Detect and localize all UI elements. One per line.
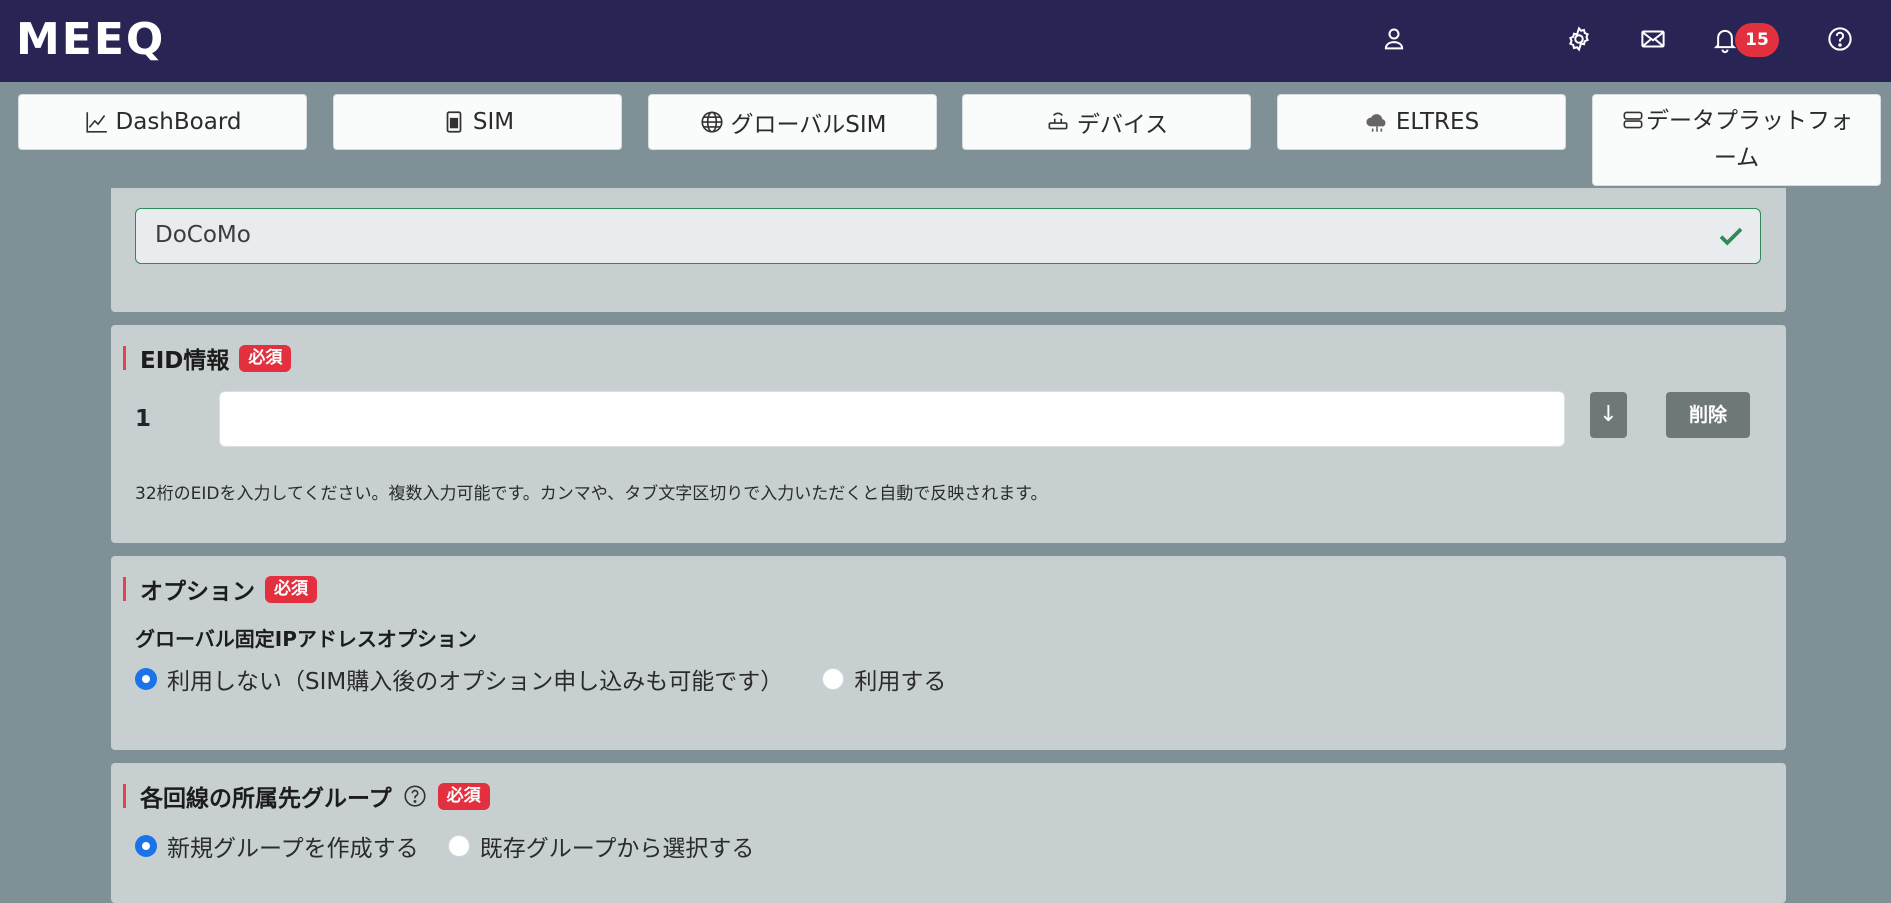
- check-icon: [1719, 227, 1743, 246]
- carrier-card: DoCoMo: [111, 188, 1786, 312]
- gear-icon[interactable]: [1564, 24, 1594, 54]
- server-icon: [1623, 111, 1643, 129]
- radio-not-use[interactable]: [135, 668, 157, 690]
- nav-sim-button[interactable]: SIM: [333, 94, 622, 150]
- radio-use-label: 利用する: [854, 669, 947, 695]
- sim-card-icon: [446, 111, 462, 133]
- top-header: MEEQ 15: [0, 0, 1891, 82]
- required-badge: 必須: [265, 575, 317, 603]
- option-card: オプション 必須 グローバル固定IPアドレスオプション 利用しない（SIM購入後…: [111, 556, 1786, 750]
- radio-existing-group[interactable]: [447, 835, 470, 857]
- radio-existing-group-label: 既存グループから選択する: [479, 836, 755, 862]
- eid-help-text: 32桁のEIDを入力してください。複数入力可能です。カンマや、タブ文字区切りで入…: [135, 484, 1048, 504]
- nav-device-button[interactable]: デバイス: [962, 94, 1251, 150]
- carrier-field[interactable]: DoCoMo: [135, 208, 1761, 264]
- required-badge: 必須: [437, 782, 490, 810]
- nav-data-platform-button[interactable]: データプラットフォーム: [1592, 94, 1881, 186]
- nav-data-platform-label: データプラットフォーム: [1617, 103, 1857, 177]
- group-title-text: 各回線の所属先グループ: [140, 786, 392, 812]
- option-subtitle: グローバル固定IPアドレスオプション: [135, 627, 477, 651]
- delete-button[interactable]: 削除: [1666, 392, 1750, 438]
- radio-use[interactable]: [822, 668, 845, 690]
- nav-eltres-label: ELTRES: [1395, 109, 1480, 135]
- globe-icon: [700, 111, 723, 133]
- chart-line-icon: [85, 112, 107, 133]
- mail-icon[interactable]: [1638, 24, 1668, 54]
- eid-card: EID情報 必須 1 ↓ 削除 32桁のEIDを入力してください。複数入力可能で…: [111, 325, 1786, 543]
- nav-sim-label: SIM: [472, 109, 515, 135]
- eid-section-title: EID情報 必須: [123, 341, 292, 375]
- meeq-logo[interactable]: MEEQ: [16, 16, 165, 64]
- nav-dashboard-label: DashBoard: [115, 109, 242, 135]
- radio-not-use-label: 利用しない（SIM購入後のオプション申し込みも可能です）: [167, 669, 784, 695]
- option-section-title: オプション 必須: [123, 572, 317, 606]
- required-badge: 必須: [239, 344, 292, 372]
- nav-eltres-button[interactable]: ELTRES: [1277, 94, 1566, 150]
- eid-row-number: 1: [135, 406, 152, 432]
- option-radio-group: 利用しない（SIM購入後のオプション申し込みも可能です） 利用する: [135, 662, 946, 696]
- nav-device-label: デバイス: [1076, 112, 1169, 138]
- help-icon[interactable]: [402, 783, 428, 809]
- eid-input[interactable]: [219, 391, 1565, 447]
- eid-title-text: EID情報: [140, 348, 230, 374]
- nav-dashboard-button[interactable]: DashBoard: [18, 94, 307, 150]
- download-button[interactable]: ↓: [1590, 392, 1627, 438]
- group-section-title: 各回線の所属先グループ 必須: [123, 779, 490, 813]
- group-card: 各回線の所属先グループ 必須 新規グループを作成する 既存グループから選択する: [111, 763, 1786, 903]
- router-icon: [1048, 112, 1068, 130]
- nav-global-sim-label: グローバルSIM: [730, 112, 887, 138]
- option-title-text: オプション: [140, 579, 255, 605]
- nav-global-sim-button[interactable]: グローバルSIM: [648, 94, 937, 150]
- radio-new-group[interactable]: [135, 835, 157, 857]
- radio-new-group-label: 新規グループを作成する: [167, 836, 419, 862]
- carrier-value: DoCoMo: [155, 222, 251, 248]
- group-radio-group: 新規グループを作成する 既存グループから選択する: [135, 829, 754, 863]
- help-icon[interactable]: [1825, 24, 1855, 54]
- cloud-network-icon: [1366, 114, 1386, 132]
- user-icon[interactable]: [1379, 24, 1409, 54]
- notification-badge: 15: [1735, 23, 1779, 57]
